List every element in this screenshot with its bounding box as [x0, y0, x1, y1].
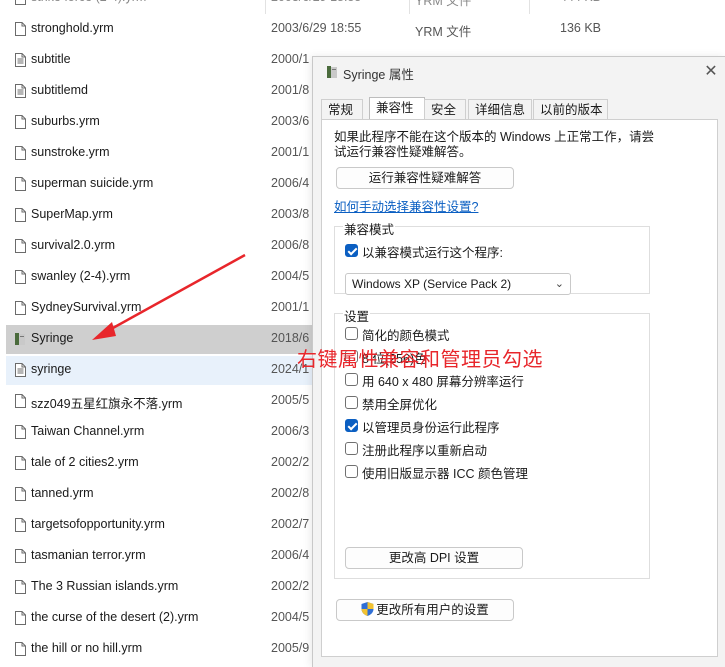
annotation-arrow [92, 253, 246, 340]
annotation-text: 右键属性兼容和管理员勾选 [297, 349, 543, 371]
